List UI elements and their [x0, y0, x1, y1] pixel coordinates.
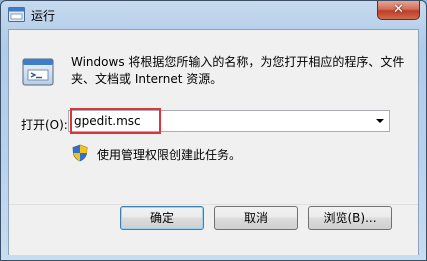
close-icon: ✕	[393, 2, 404, 17]
close-button[interactable]: ✕	[377, 1, 420, 20]
description-text: Windows 将根据您所输入的名称，为您打开相应的程序、文件夹、文档或 Int…	[71, 55, 405, 86]
run-dialog: 运行 ✕ Windows 将根据您所输入的名称，为您打开相应的程序、文件夹、文档…	[0, 0, 427, 261]
open-input[interactable]	[71, 112, 375, 130]
run-icon	[8, 7, 25, 22]
admin-note: 使用管理权限创建此任务。	[97, 148, 242, 162]
uac-shield-icon	[72, 144, 88, 162]
title-bar[interactable]: 运行 ✕	[1, 1, 426, 29]
dialog-body: Windows 将根据您所输入的名称，为您打开相应的程序、文件夹、文档或 Int…	[8, 29, 419, 255]
open-combobox[interactable]	[68, 110, 390, 132]
cancel-button[interactable]: 取消	[214, 206, 298, 230]
ok-button[interactable]: 确定	[120, 206, 204, 230]
window-title: 运行	[31, 9, 56, 23]
browse-button[interactable]: 浏览(B)...	[308, 206, 392, 230]
run-program-icon	[22, 58, 54, 86]
chevron-down-icon[interactable]	[375, 115, 385, 127]
open-label: 打开(O):	[21, 118, 68, 132]
